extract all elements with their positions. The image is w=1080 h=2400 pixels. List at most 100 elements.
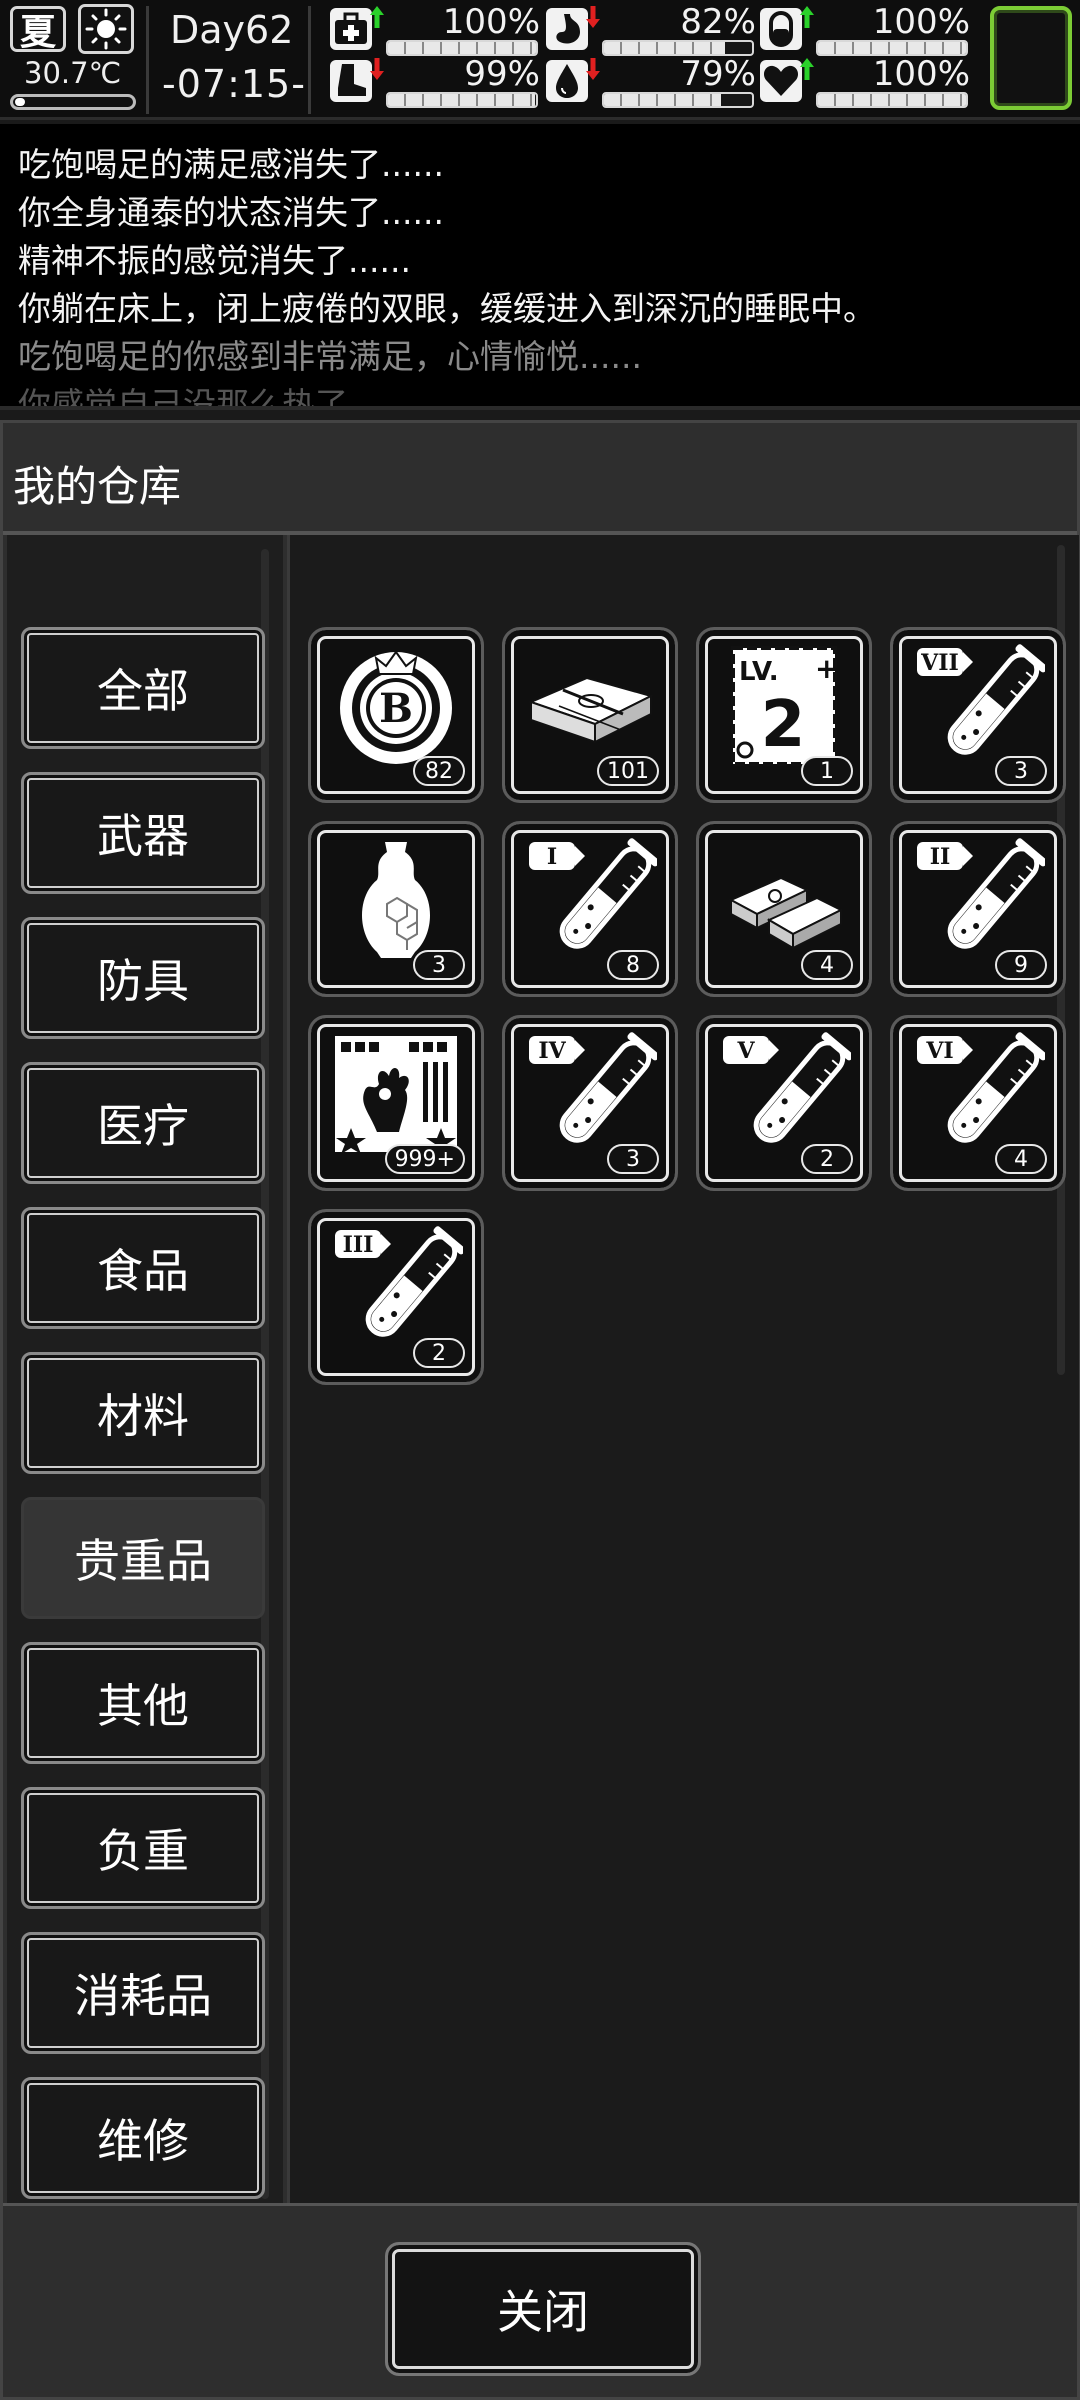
inventory-item[interactable]: IV 3 — [502, 1015, 678, 1191]
message-log[interactable]: 吃饱喝足的满足感消失了...... 你全身通泰的状态消失了...... 精神不振的感… — [0, 124, 1080, 410]
stat-bar — [386, 92, 538, 108]
temperature-readout: 30.7℃ — [24, 56, 122, 90]
season-badge: 夏 — [10, 6, 66, 53]
inventory-item[interactable]: I8 — [502, 821, 678, 997]
test-tube-iv-icon: IV — [523, 1032, 657, 1156]
inventory-item[interactable]: B 82 — [308, 627, 484, 803]
item-count-badge: 999+ — [384, 1144, 465, 1174]
svg-text:V: V — [736, 1038, 755, 1064]
category-button[interactable]: 维修 — [21, 2077, 265, 2199]
item-grid[interactable]: B 82 101 LV. +2 1 VII 3 3 I 8 4 II 9 999+ IV 3 V 2 VI 4 III 2 — [287, 535, 1079, 2203]
log-line: 你躺在床上，闭上疲倦的双眼，缓缓进入到深沉的睡眠中。 — [18, 289, 876, 328]
stat-value: 79% — [680, 54, 756, 94]
inventory-item[interactable]: 3 — [308, 821, 484, 997]
trend-up-icon — [800, 6, 814, 28]
test-tube-vi-icon: VI — [911, 1032, 1045, 1156]
trend-down-icon — [586, 6, 600, 28]
stat-value: 100% — [442, 2, 540, 42]
test-tube-i-icon: I — [523, 838, 657, 962]
svg-text:III: III — [343, 1232, 374, 1258]
stat-mood[interactable]: 100% — [760, 54, 970, 108]
stat-value: 100% — [872, 54, 970, 94]
item-count-badge: 101 — [597, 756, 659, 786]
level-card-icon: LV. +2 — [717, 644, 851, 768]
item-count-badge: 1 — [801, 756, 853, 786]
status-bar: 夏 30.7℃ Day62 -07:15- 100% 82% 100% 99% 79% 1… — [0, 0, 1080, 120]
svg-text:LV.: LV. — [739, 657, 779, 687]
svg-text:I: I — [547, 844, 557, 870]
stat-health[interactable]: 100% — [330, 2, 540, 56]
log-line: 你感觉自己没那么热了...... — [18, 385, 411, 410]
item-count-badge: 82 — [413, 756, 465, 786]
character-portrait[interactable] — [990, 6, 1072, 110]
thermometer-icon — [15, 98, 25, 106]
category-list[interactable]: 全部武器防具医疗食品材料贵重品其他负重消耗品维修 — [7, 535, 283, 2203]
category-button[interactable]: 医疗 — [21, 1062, 265, 1184]
item-count-badge: 3 — [413, 950, 465, 980]
category-button[interactable]: 食品 — [21, 1207, 265, 1329]
inventory-item[interactable]: VI 4 — [890, 1015, 1066, 1191]
day-counter: Day62 — [170, 8, 294, 52]
item-count-badge: 4 — [995, 1144, 1047, 1174]
close-button[interactable]: 关闭 — [385, 2242, 701, 2376]
casino-chip-icon: B — [329, 644, 463, 768]
stat-hunger[interactable]: 82% — [546, 2, 756, 56]
category-button[interactable]: 贵重品 — [21, 1497, 265, 1619]
inventory-item[interactable]: V2 — [696, 1015, 872, 1191]
temperature-bar — [10, 94, 136, 110]
bottom-bar: 关闭 — [3, 2203, 1077, 2397]
trend-up-icon — [370, 6, 384, 28]
inventory-item[interactable]: 101 — [502, 627, 678, 803]
inventory-item[interactable]: VII 3 — [890, 627, 1066, 803]
stomach-icon — [546, 8, 588, 50]
category-button[interactable]: 材料 — [21, 1352, 265, 1474]
inventory-item[interactable]: II 9 — [890, 821, 1066, 997]
inventory-item[interactable]: 4 — [696, 821, 872, 997]
pill-icon — [760, 8, 802, 50]
svg-text:VII: VII — [920, 650, 959, 676]
stat-value: 82% — [680, 2, 756, 42]
item-count-badge: 9 — [995, 950, 1047, 980]
trend-down-icon — [370, 58, 384, 80]
svg-text:+: + — [815, 652, 838, 685]
log-line: 吃饱喝足的满足感消失了...... — [18, 145, 444, 184]
inventory-item[interactable]: 999+ — [308, 1015, 484, 1191]
stat-stamina[interactable]: 99% — [330, 54, 540, 108]
cash-bundle-icon — [523, 644, 657, 768]
inventory-item[interactable]: III 2 — [308, 1209, 484, 1385]
svg-text:IV: IV — [538, 1038, 566, 1064]
category-button[interactable]: 消耗品 — [21, 1932, 265, 2054]
stat-value: 100% — [872, 2, 970, 42]
log-line: 精神不振的感觉消失了...... — [18, 241, 411, 280]
stat-bar — [816, 92, 968, 108]
heart-icon — [760, 60, 802, 102]
medkit-icon — [330, 8, 372, 50]
stat-bar — [602, 92, 754, 108]
stat-value: 99% — [464, 54, 540, 94]
item-count-badge: 3 — [607, 1144, 659, 1174]
test-tube-vii-icon: VII — [911, 644, 1045, 768]
svg-text:2: 2 — [761, 688, 806, 762]
water-drop-icon — [546, 60, 588, 102]
trend-up-icon — [800, 58, 814, 80]
page-title: 我的仓库 — [13, 462, 182, 511]
inventory-item[interactable]: LV. +2 1 — [696, 627, 872, 803]
test-tube-v-icon: V — [717, 1032, 851, 1156]
category-button[interactable]: 全部 — [21, 627, 265, 749]
svg-text:II: II — [930, 844, 951, 870]
category-button[interactable]: 武器 — [21, 772, 265, 894]
category-button[interactable]: 负重 — [21, 1787, 265, 1909]
trend-down-icon — [586, 58, 600, 80]
test-tube-iii-icon: III — [329, 1226, 463, 1350]
stat-medicine[interactable]: 100% — [760, 2, 970, 56]
divider — [146, 6, 149, 114]
svg-text:B: B — [379, 685, 413, 732]
game-clock: -07:15- — [162, 62, 306, 106]
divider — [308, 6, 311, 114]
log-line: 你全身通泰的状态消失了...... — [18, 193, 444, 232]
category-button[interactable]: 防具 — [21, 917, 265, 1039]
stat-thirst[interactable]: 79% — [546, 54, 756, 108]
warehouse-panel: 我的仓库 全部 武器 防具 医疗 食品 材料 贵重品 其他 负重 消耗品 维修 B 82 101 LV. +… — [0, 420, 1080, 2400]
category-button[interactable]: 其他 — [21, 1642, 265, 1764]
item-count-badge: 8 — [607, 950, 659, 980]
